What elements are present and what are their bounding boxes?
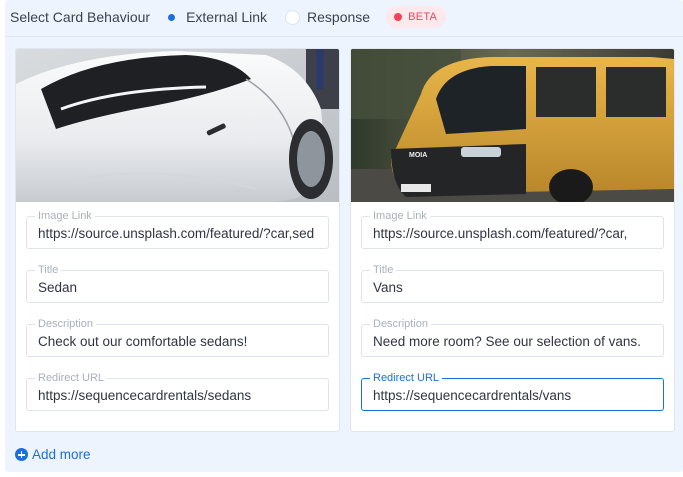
beta-badge: BETA xyxy=(386,6,447,28)
card-vans: MOIA Image Link https://source.unsplash.… xyxy=(350,48,675,432)
image-link-field[interactable]: Image Link https://source.unsplash.com/f… xyxy=(26,210,329,249)
description-field[interactable]: Description Check out our comfortable se… xyxy=(26,318,329,357)
image-link-input[interactable]: https://source.unsplash.com/featured/?ca… xyxy=(373,226,657,242)
radio-response-label[interactable]: Response xyxy=(307,9,370,25)
redirect-url-input[interactable]: https://sequencecardrentals/vans xyxy=(373,388,657,404)
add-more-label[interactable]: Add more xyxy=(32,447,91,462)
card-image-sedan xyxy=(16,49,339,202)
card-sedan: Image Link https://source.unsplash.com/f… xyxy=(15,48,340,432)
radio-checked-icon[interactable] xyxy=(164,10,179,25)
card-behaviour-selector: Select Card Behaviour External Link Resp… xyxy=(10,0,447,34)
redirect-url-field[interactable]: Redirect URL https://sequencecardrentals… xyxy=(361,372,664,411)
description-label: Description xyxy=(35,318,97,330)
title-field[interactable]: Title Sedan xyxy=(26,264,329,303)
redirect-url-input[interactable]: https://sequencecardrentals/sedans xyxy=(38,388,322,404)
title-field[interactable]: Title Vans xyxy=(361,264,664,303)
card-image-vans: MOIA xyxy=(351,49,674,202)
add-more-button[interactable]: Add more xyxy=(15,447,91,462)
title-input[interactable]: Vans xyxy=(373,280,657,296)
radio-external-link-label[interactable]: External Link xyxy=(186,9,267,25)
plus-circle-icon[interactable] xyxy=(15,448,28,461)
image-link-field[interactable]: Image Link https://source.unsplash.com/f… xyxy=(361,210,664,249)
status-dot-icon xyxy=(394,13,403,21)
redirect-url-field[interactable]: Redirect URL https://sequencecardrentals… xyxy=(26,372,329,411)
image-link-label: Image Link xyxy=(35,210,95,222)
beta-badge-label: BETA xyxy=(408,11,438,23)
title-input[interactable]: Sedan xyxy=(38,280,322,296)
divider xyxy=(5,36,683,37)
radio-unchecked-icon[interactable] xyxy=(285,9,301,25)
radio-response[interactable]: Response xyxy=(285,9,370,25)
image-link-input[interactable]: https://source.unsplash.com/featured/?ca… xyxy=(38,226,322,242)
description-field[interactable]: Description Need more room? See our sele… xyxy=(361,318,664,357)
description-input[interactable]: Check out our comfortable sedans! xyxy=(38,334,322,350)
redirect-url-label: Redirect URL xyxy=(370,372,443,384)
radio-external-link[interactable]: External Link xyxy=(164,9,267,25)
redirect-url-label: Redirect URL xyxy=(35,372,108,384)
description-input[interactable]: Need more room? See our selection of van… xyxy=(373,334,657,350)
description-label: Description xyxy=(370,318,432,330)
svg-text:MOIA: MOIA xyxy=(409,152,427,159)
title-label: Title xyxy=(370,264,397,276)
title-label: Title xyxy=(35,264,62,276)
image-link-label: Image Link xyxy=(370,210,430,222)
card-behaviour-label: Select Card Behaviour xyxy=(10,9,151,25)
